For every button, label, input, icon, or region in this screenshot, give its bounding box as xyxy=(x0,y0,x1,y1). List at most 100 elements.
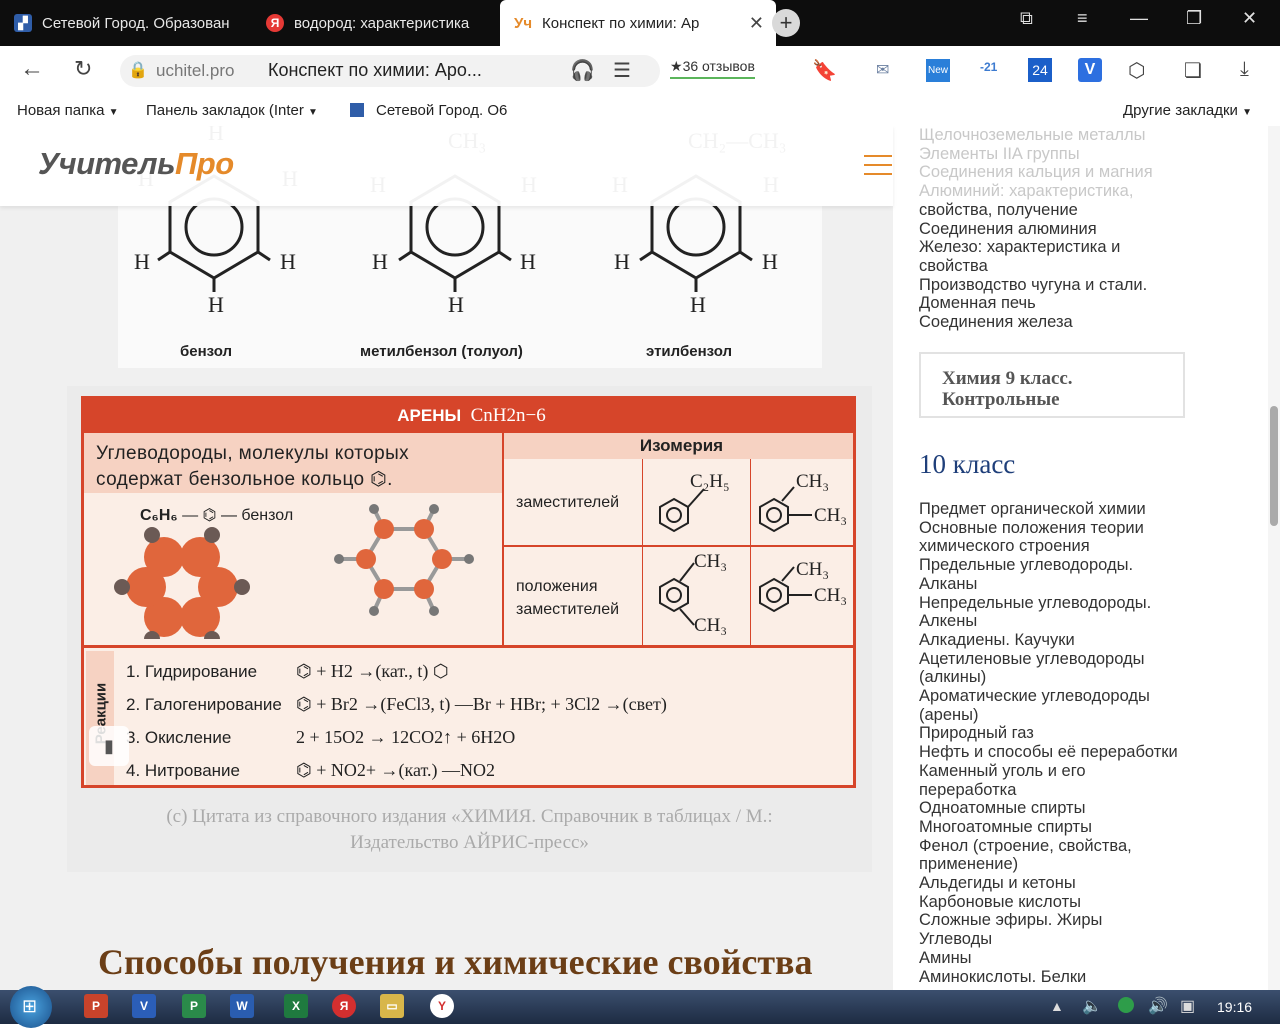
reaction-halogenation: 2. Галогенирование xyxy=(126,695,282,714)
sidebar-link[interactable]: (арены) xyxy=(919,706,1209,725)
mail-icon[interactable]: ✉ xyxy=(876,60,889,80)
tab-manager-icon[interactable]: ⧉ xyxy=(1020,8,1033,29)
explorer-icon[interactable]: ▭ xyxy=(380,994,404,1018)
sidebar-link[interactable]: Соединения железа xyxy=(919,313,1209,332)
excel-icon[interactable]: X xyxy=(284,994,308,1018)
news-extension-icon[interactable]: New xyxy=(926,59,951,82)
isomerism-header: Изомерия xyxy=(504,433,853,459)
sidebar-link[interactable]: Железо: характеристика и xyxy=(919,238,1209,257)
address-bar: ← ↻ 🔒 uchitel.pro Конспект по химии: Аро… xyxy=(0,46,1280,96)
minimize-icon[interactable]: — xyxy=(1130,8,1148,29)
shield-extension-icon[interactable]: ⬡ xyxy=(1128,58,1145,83)
scrollbar[interactable] xyxy=(1268,126,1280,990)
tab-konspekt-active[interactable]: Уч Конспект по химии: Ар ✕ xyxy=(500,0,776,46)
sidebar-link[interactable]: Доменная печь xyxy=(919,294,1209,313)
sidebar-link[interactable]: Непредельные углеводороды. xyxy=(919,594,1209,613)
sidebar-link[interactable]: Природный газ xyxy=(919,724,1209,743)
tray-arrow-icon[interactable]: ▲ xyxy=(1050,998,1064,1014)
sidebar-link[interactable]: (алкины) xyxy=(919,668,1209,687)
volume-icon[interactable]: 🔊 xyxy=(1148,996,1168,1016)
sidebar-link[interactable]: свойства xyxy=(919,257,1209,276)
bookmark-folder-new[interactable]: Новая папка ▼ xyxy=(17,102,119,119)
bookmark-icon[interactable]: 🔖 xyxy=(812,58,837,83)
maximize-icon[interactable]: ❐ xyxy=(1186,8,1202,29)
speaker-icon[interactable]: 🔈 xyxy=(1082,996,1102,1016)
sidebar-link[interactable]: Нефть и способы её переработки xyxy=(919,743,1209,762)
sidebar-link[interactable]: Соединения кальция и магния xyxy=(919,163,1209,182)
network-icon[interactable]: ▣ xyxy=(1180,996,1195,1016)
sidebar-link[interactable]: переработка xyxy=(919,781,1209,800)
svg-text:CH₃: CH₃ xyxy=(796,471,829,492)
reload-icon[interactable]: ↻ xyxy=(74,56,92,82)
divider xyxy=(84,645,853,648)
arenes-table: АРЕНЫ CnH2n−6 Углеводороды, молекулы кот… xyxy=(81,396,856,788)
divider xyxy=(642,459,643,645)
reviews-badge[interactable]: ★36 отзывов xyxy=(670,58,755,79)
menu-icon[interactable]: ≡ xyxy=(1077,8,1088,29)
sidebar-link[interactable]: Ацетиленовые углеводороды xyxy=(919,650,1209,669)
tab-setevoy-gorod[interactable]: ▞ Сетевой Город. Образован xyxy=(0,0,250,46)
sidebar-link[interactable]: Аминокислоты. Белки xyxy=(919,968,1209,987)
extension-24-icon[interactable]: 24 xyxy=(1028,58,1052,82)
sidebar-link[interactable]: Карбоновые кислоты xyxy=(919,893,1209,912)
svg-text:H: H xyxy=(280,249,296,274)
headphones-icon[interactable]: 🎧 xyxy=(570,58,595,83)
other-bookmarks[interactable]: Другие закладки ▼ xyxy=(1123,102,1252,119)
sidebar-link[interactable]: Альдегиды и кетоны xyxy=(919,874,1209,893)
sidebar-link[interactable]: Одноатомные спирты xyxy=(919,799,1209,818)
sidebar-link[interactable]: Производство чугуна и стали. xyxy=(919,276,1209,295)
publisher-icon[interactable]: P xyxy=(182,994,206,1018)
section-heading: Способы получения и химические свойства xyxy=(98,942,813,982)
extension-v-icon[interactable]: V xyxy=(1078,58,1102,82)
uchitel-favicon: Уч xyxy=(513,14,533,32)
new-tab-button[interactable]: + xyxy=(772,9,800,37)
tab-vodorod[interactable]: Я водород: характеристика xyxy=(252,0,498,46)
bookmark-button[interactable]: ▮ xyxy=(89,726,129,766)
article: HHH HHH CH₃HH HHH CH₂—CH₃HH HHH xyxy=(0,126,893,990)
sidebar-link[interactable]: Многоатомные спирты xyxy=(919,818,1209,837)
sidebar-link[interactable]: Алканы xyxy=(919,575,1209,594)
reader-mode-icon[interactable]: ☰ xyxy=(613,58,631,83)
label-toluene: метилбензол (толуол) xyxy=(360,343,523,360)
download-icon[interactable]: ⤓ xyxy=(1240,58,1249,81)
clock[interactable]: 19:16 xyxy=(1217,999,1252,1015)
sidebar-link[interactable]: Алюминий: характеристика, xyxy=(919,182,1209,201)
sidebar-link[interactable]: применение) xyxy=(919,855,1209,874)
site-logo[interactable]: УчительПро xyxy=(38,146,234,182)
sidebar-link[interactable]: Щелочноземельные металлы xyxy=(919,126,1209,145)
sidebar-box-tests[interactable]: Химия 9 класс. Контрольные xyxy=(919,352,1185,418)
close-tab-icon[interactable]: ✕ xyxy=(749,13,764,34)
sidebar-link[interactable]: Соединения алюминия xyxy=(919,220,1209,239)
sidebar-link[interactable]: Фенол (строение, свойства, xyxy=(919,837,1209,856)
back-icon[interactable]: ← xyxy=(20,55,44,83)
sidebar-link[interactable]: Элементы IIA группы xyxy=(919,145,1209,164)
sidebar-link[interactable]: Углеводы xyxy=(919,930,1209,949)
sidebar-link[interactable]: химического строения xyxy=(919,537,1209,556)
close-window-icon[interactable]: ✕ xyxy=(1242,8,1257,29)
word-icon[interactable]: W xyxy=(230,994,254,1018)
bookmark-folder-panel[interactable]: Панель закладок (Inter ▼ xyxy=(146,102,318,119)
sidebar-link[interactable]: Предмет органической химии xyxy=(919,500,1209,519)
visio-icon[interactable]: V xyxy=(132,994,156,1018)
powerpoint-icon[interactable]: P xyxy=(84,994,108,1018)
sidebar-link[interactable]: Сложные эфиры. Жиры xyxy=(919,911,1209,930)
sidebar-link[interactable]: Ароматические углеводороды xyxy=(919,687,1209,706)
sidebar-link[interactable]: свойства, получение xyxy=(919,201,1209,220)
weather-extension-icon[interactable]: -21 xyxy=(980,60,997,74)
scrollbar-thumb[interactable] xyxy=(1270,406,1278,526)
sidebar-link[interactable]: Алкены xyxy=(919,612,1209,631)
sidebar-link[interactable]: Амины xyxy=(919,949,1209,968)
antivirus-icon[interactable] xyxy=(1118,997,1134,1013)
bookmark-setevoy-gorod[interactable]: Сетевой Город. О6 xyxy=(350,102,507,119)
start-button[interactable]: ⊞ xyxy=(10,986,52,1028)
sidebar-link[interactable]: Предельные углеводороды. xyxy=(919,556,1209,575)
yandex-browser-icon[interactable]: Y xyxy=(430,994,454,1018)
collections-icon[interactable]: ❏ xyxy=(1184,58,1202,83)
yandex-icon[interactable]: Я xyxy=(332,994,356,1018)
figure-caption: (с) Цитата из справочного издания «ХИМИЯ… xyxy=(166,806,773,853)
sidebar-link[interactable]: Алкадиены. Каучуки xyxy=(919,631,1209,650)
sidebar-link[interactable]: Каменный уголь и его xyxy=(919,762,1209,781)
sidebar-link[interactable]: Основные положения теории xyxy=(919,519,1209,538)
hamburger-menu-icon[interactable] xyxy=(864,155,892,182)
svg-text:H: H xyxy=(372,249,388,274)
